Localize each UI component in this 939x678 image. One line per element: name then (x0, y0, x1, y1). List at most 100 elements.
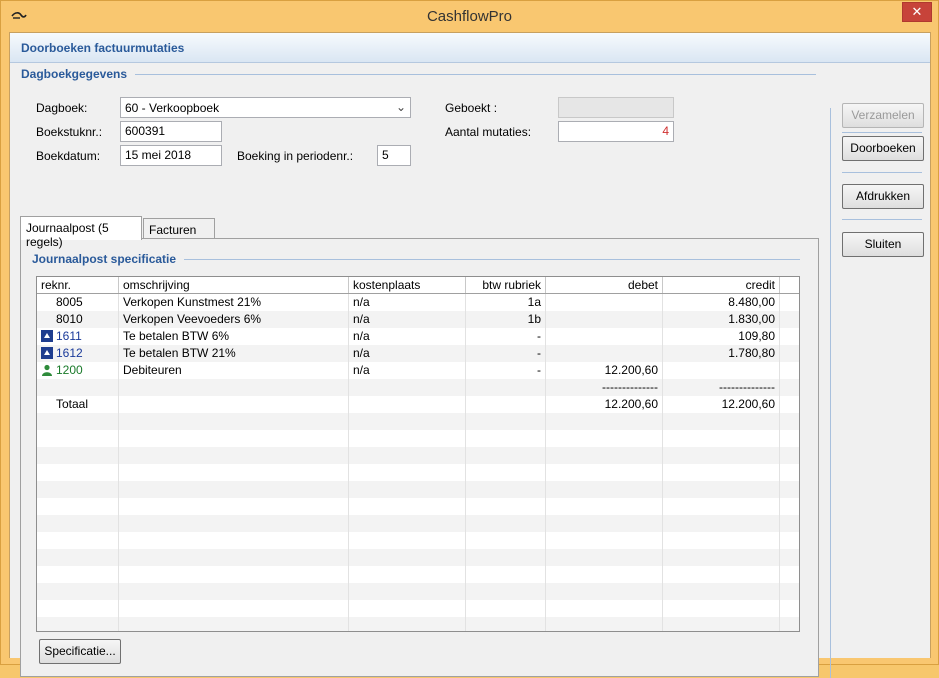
reknr-value: 1611 (56, 329, 82, 343)
reknr-value: 8010 (56, 312, 83, 326)
table-row (37, 447, 799, 464)
tax-authority-icon (41, 347, 53, 359)
cell-credit: 1.780,80 (663, 345, 780, 362)
cell-filler (780, 396, 799, 413)
cell-credit: 109,80 (663, 328, 780, 345)
cell-debet (546, 464, 663, 481)
cell-debet (546, 447, 663, 464)
cell-reknr (37, 464, 119, 481)
boekstuknr-field[interactable]: 600391 (120, 121, 222, 142)
table-row[interactable]: Totaal 12.200,60 12.200,60 (37, 396, 799, 413)
cell-debet (546, 430, 663, 447)
cell-filler (780, 379, 799, 396)
cell-reknr: 8005 (37, 294, 119, 311)
table-row[interactable]: 1612 Te betalen BTW 21% n/a - 1.780,80 (37, 345, 799, 362)
table-row (37, 498, 799, 515)
table-row (37, 600, 799, 617)
aantal-mutaties-field[interactable]: 4 (558, 121, 674, 142)
cell-kostenplaats (349, 447, 466, 464)
cell-kostenplaats (349, 532, 466, 549)
cell-btw: - (466, 328, 546, 345)
chevron-down-icon[interactable]: ⌄ (396, 100, 406, 114)
cell-debet (546, 515, 663, 532)
cell-debet (546, 294, 663, 311)
cell-btw (466, 566, 546, 583)
cell-debet: 12.200,60 (546, 396, 663, 413)
cell-filler (780, 617, 799, 631)
cell-btw (466, 447, 546, 464)
table-row[interactable]: 8010 Verkopen Veevoeders 6% n/a 1b 1.830,00 (37, 311, 799, 328)
col-reknr[interactable]: reknr. (37, 277, 119, 293)
cell-omschrijving (119, 566, 349, 583)
table-row[interactable]: -------------- -------------- (37, 379, 799, 396)
cell-omschrijving (119, 430, 349, 447)
cell-omschrijving (119, 583, 349, 600)
cell-filler (780, 362, 799, 379)
cell-debet (546, 413, 663, 430)
cell-filler (780, 430, 799, 447)
col-filler (780, 277, 799, 293)
cell-kostenplaats (349, 498, 466, 515)
tab-facturen[interactable]: Facturen (2) (143, 218, 215, 251)
cell-credit (663, 362, 780, 379)
cell-filler (780, 600, 799, 617)
cell-credit: -------------- (663, 379, 780, 396)
cell-kostenplaats (349, 430, 466, 447)
specificatie-button[interactable]: Specificatie... (39, 639, 121, 664)
table-row (37, 583, 799, 600)
afdrukken-button[interactable]: Afdrukken (842, 184, 924, 209)
col-debet[interactable]: debet (546, 277, 663, 293)
table-row[interactable]: 8005 Verkopen Kunstmest 21% n/a 1a 8.480,00 (37, 294, 799, 311)
cell-btw (466, 464, 546, 481)
cell-kostenplaats: n/a (349, 362, 466, 379)
cell-credit (663, 549, 780, 566)
cell-credit (663, 447, 780, 464)
cell-debet (546, 345, 663, 362)
journaal-heading: Journaalpost specificatie (32, 252, 185, 266)
boekdatum-field[interactable]: 15 mei 2018 (120, 145, 222, 166)
cell-kostenplaats (349, 413, 466, 430)
cell-filler (780, 515, 799, 532)
close-window-button[interactable]: ✕ (902, 2, 932, 22)
doorboeken-button[interactable]: Doorboeken (842, 136, 924, 161)
cell-omschrijving: Te betalen BTW 21% (119, 345, 349, 362)
cell-credit (663, 566, 780, 583)
table-row[interactable]: 1200 Debiteuren n/a -12.200,60 (37, 362, 799, 379)
cell-filler (780, 549, 799, 566)
button-divider (842, 132, 922, 133)
col-omschrijving[interactable]: omschrijving (119, 277, 349, 293)
cell-omschrijving (119, 413, 349, 430)
table-row[interactable]: 1611 Te betalen BTW 6% n/a - 109,80 (37, 328, 799, 345)
cell-debet (546, 328, 663, 345)
col-kostenplaats[interactable]: kostenplaats (349, 277, 466, 293)
cell-btw (466, 583, 546, 600)
cell-reknr: Totaal (37, 396, 119, 413)
cell-filler (780, 294, 799, 311)
cell-kostenplaats (349, 566, 466, 583)
periode-label: Boeking in periodenr.: (237, 149, 354, 163)
cell-credit (663, 464, 780, 481)
verzamelen-button[interactable]: Verzamelen (842, 103, 924, 128)
cell-btw (466, 498, 546, 515)
cell-btw: - (466, 345, 546, 362)
sluiten-button[interactable]: Sluiten (842, 232, 924, 257)
cell-omschrijving: Te betalen BTW 6% (119, 328, 349, 345)
col-btw-rubriek[interactable]: btw rubriek (466, 277, 546, 293)
aantal-mutaties-label: Aantal mutaties: (445, 125, 532, 139)
geboekt-label: Geboekt : (445, 101, 498, 115)
cell-reknr: 1612 (37, 345, 119, 362)
button-divider (842, 172, 922, 173)
cell-btw (466, 379, 546, 396)
col-credit[interactable]: credit (663, 277, 780, 293)
table-row (37, 481, 799, 498)
table-row (37, 566, 799, 583)
periode-field[interactable]: 5 (377, 145, 411, 166)
cell-filler (780, 413, 799, 430)
tab-journaalpost[interactable]: Journaalpost (5 regels) (20, 216, 142, 249)
cell-omschrijving (119, 481, 349, 498)
cell-kostenplaats (349, 600, 466, 617)
cell-reknr (37, 447, 119, 464)
cell-reknr: 8010 (37, 311, 119, 328)
cell-reknr: 1200 (37, 362, 119, 379)
dagboek-select[interactable]: 60 - Verkoopboek ⌄ (120, 97, 411, 118)
